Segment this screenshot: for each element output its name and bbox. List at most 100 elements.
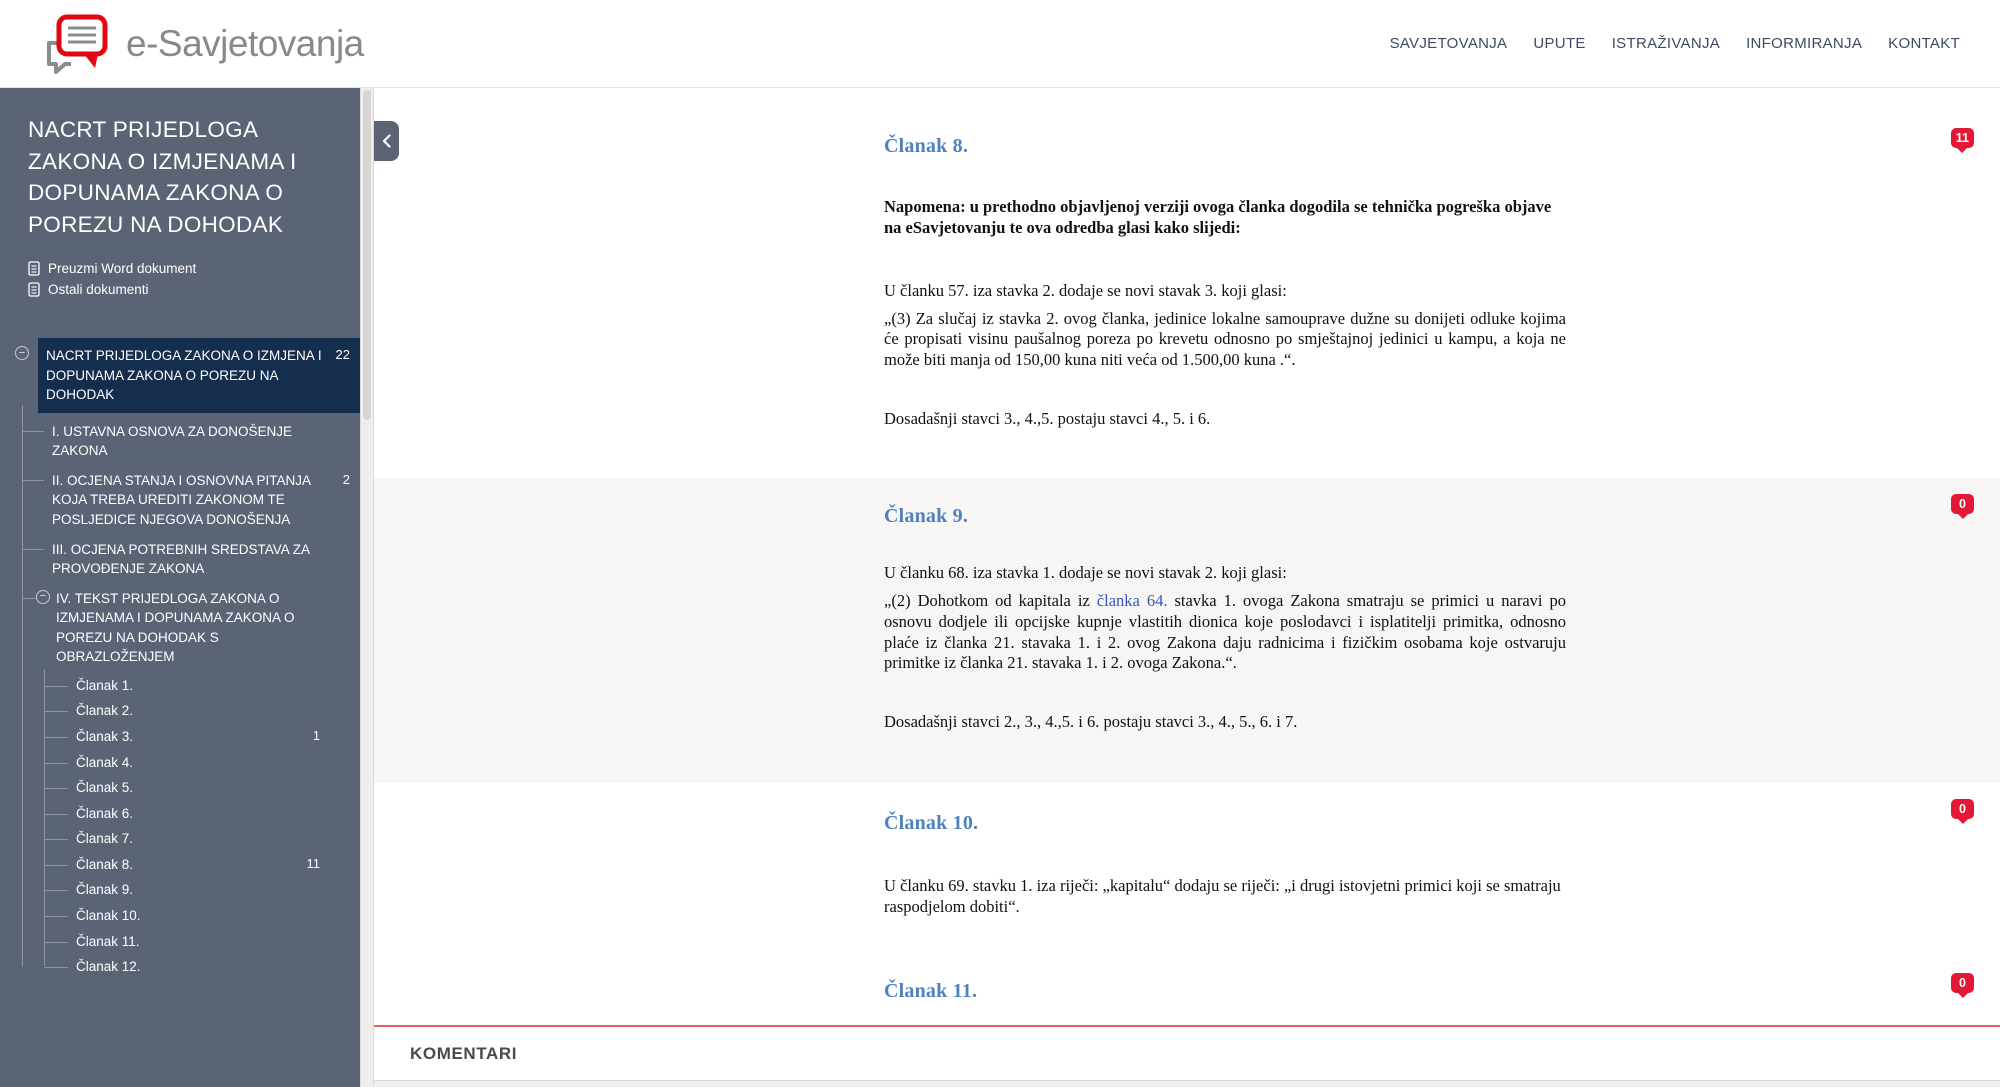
article-9-heading[interactable]: Članak 9. bbox=[884, 504, 1566, 529]
nav-upute[interactable]: UPUTE bbox=[1533, 35, 1585, 52]
tree-item-section-4[interactable]: − IV. TEKST PRIJEDLOGA ZAKONA O IZMJENAM… bbox=[0, 584, 360, 985]
nav-savjetovanja[interactable]: SAVJETOVANJA bbox=[1390, 35, 1508, 52]
tree-item-label: IV. TEKST PRIJEDLOGA ZAKONA O IZMJENAMA … bbox=[56, 590, 295, 665]
tree-item-label: Članak 5. bbox=[76, 780, 134, 796]
tree-item-section-1[interactable]: I. USTAVNA OSNOVA ZA DONOŠENJE ZAKONA bbox=[0, 417, 360, 466]
tree-item-clanak-9[interactable]: Članak 9. bbox=[0, 877, 330, 903]
bottom-strip bbox=[374, 1080, 2000, 1087]
document-icon bbox=[28, 261, 40, 276]
tree-connector bbox=[44, 864, 68, 866]
tree-connector bbox=[44, 890, 68, 892]
article-8-heading[interactable]: Članak 8. bbox=[884, 134, 1566, 159]
article-9-section: Članak 9. U članku 68. iza stavka 1. dod… bbox=[374, 478, 2000, 783]
chevron-left-icon bbox=[382, 134, 391, 148]
comment-count-badge[interactable]: 0 bbox=[1951, 799, 1974, 819]
article-8-paragraph: „(3) Za slučaj iz stavka 2. ovog članka,… bbox=[884, 308, 1566, 370]
comment-count: 1 bbox=[312, 728, 320, 743]
tree-item-label: Članak 4. bbox=[76, 754, 134, 770]
tree-item-clanak-10[interactable]: Članak 10. bbox=[0, 903, 330, 929]
tree-item-section-3[interactable]: III. OCJENA POTREBNIH SREDSTAVA ZA PROVO… bbox=[0, 535, 360, 584]
article-64-link[interactable]: članka 64. bbox=[1097, 591, 1168, 610]
tree-item-clanak-6[interactable]: Članak 6. bbox=[0, 801, 330, 827]
tree-connector bbox=[44, 941, 68, 943]
article-8-section: Članak 8. Napomena: u prethodno objavlje… bbox=[374, 88, 2000, 478]
article-9-paragraph: U članku 68. iza stavka 1. dodaje se nov… bbox=[884, 563, 1287, 583]
article-10-section: Članak 10. U članku 69. stavku 1. iza ri… bbox=[374, 783, 2000, 945]
nav-informiranja[interactable]: INFORMIRANJA bbox=[1746, 35, 1862, 52]
sidebar-collapse-button[interactable] bbox=[374, 121, 399, 161]
tree-item-root-selected[interactable]: NACRT PRIJEDLOGA ZAKONA O IZMJENA I DOPU… bbox=[38, 338, 360, 413]
other-documents-link[interactable]: Ostali dokumenti bbox=[0, 279, 360, 300]
tree-level-1: I. USTAVNA OSNOVA ZA DONOŠENJE ZAKONA II… bbox=[0, 404, 360, 985]
article-9-paragraph: Dosadašnji stavci 2., 3., 4.,5. i 6. pos… bbox=[884, 712, 1298, 732]
tree-connector bbox=[44, 967, 68, 969]
tree-connector bbox=[44, 711, 68, 713]
tree-item-label: Članak 8. bbox=[76, 856, 134, 872]
header: e-Savjetovanja SAVJETOVANJA UPUTE ISTRAŽ… bbox=[0, 0, 2000, 88]
tree-item-label: Članak 6. bbox=[76, 805, 134, 821]
collapse-node-icon[interactable]: − bbox=[15, 346, 29, 360]
consultation-title: NACRT PRIJEDLOGA ZAKONA O IZMJENAMA I DO… bbox=[28, 117, 297, 237]
comment-count: 22 bbox=[335, 347, 350, 362]
tree-item-label: I. USTAVNA OSNOVA ZA DONOŠENJE ZAKONA bbox=[52, 423, 293, 459]
logo[interactable]: e-Savjetovanja bbox=[0, 13, 364, 75]
tree-item-label: Članak 3. bbox=[76, 729, 134, 744]
tree-item-label: Članak 12. bbox=[76, 959, 141, 975]
sidebar-scrollbar[interactable] bbox=[360, 88, 374, 1087]
tree-item-label: Članak 2. bbox=[76, 703, 134, 719]
article-8-paragraph: U članku 57. iza stavka 2. dodaje se nov… bbox=[884, 280, 1287, 300]
document-icon bbox=[28, 282, 40, 297]
article-11-section: Članak 11. 0 bbox=[374, 945, 2000, 1025]
tree-level-2: Članak 1. Članak 2. Članak 3. 1 Članak 4.… bbox=[0, 668, 330, 980]
tree-item-section-2[interactable]: II. OCJENA STANJA I OSNOVNA PITANJA KOJA… bbox=[0, 466, 360, 535]
logo-text: e-Savjetovanja bbox=[126, 22, 364, 64]
tree-item-label: Članak 11. bbox=[76, 933, 140, 949]
tree-connector bbox=[44, 685, 68, 687]
tree-item-clanak-11[interactable]: Članak 11. bbox=[0, 929, 330, 955]
comment-count-badge[interactable]: 0 bbox=[1951, 973, 1974, 993]
tree-item-clanak-2[interactable]: Članak 2. bbox=[0, 698, 330, 724]
download-word-label: Preuzmi Word dokument bbox=[48, 261, 197, 276]
tree-connector bbox=[44, 788, 68, 790]
tree-item-clanak-4[interactable]: Članak 4. bbox=[0, 750, 330, 776]
other-documents-label: Ostali dokumenti bbox=[48, 282, 149, 297]
tree-connector bbox=[22, 548, 44, 550]
tree-item-clanak-7[interactable]: Članak 7. bbox=[0, 826, 330, 852]
comment-count: 11 bbox=[306, 855, 321, 871]
tree-item-label: III. OCJENA POTREBNIH SREDSTAVA ZA PROVO… bbox=[52, 541, 310, 577]
tree-root-row: − NACRT PRIJEDLOGA ZAKONA O IZMJENA I DO… bbox=[0, 338, 360, 413]
document-tree: − NACRT PRIJEDLOGA ZAKONA O IZMJENA I DO… bbox=[0, 338, 360, 985]
speech-bubbles-logo-icon bbox=[47, 14, 108, 74]
tree-item-clanak-1[interactable]: Članak 1. bbox=[0, 673, 330, 699]
collapse-node-icon[interactable]: − bbox=[36, 589, 50, 604]
paragraph-text: „(2) Dohotkom od kapitala iz bbox=[884, 590, 1097, 610]
sidebar-scrollbar-thumb[interactable] bbox=[363, 90, 371, 420]
comments-panel-header[interactable]: KOMENTARI bbox=[374, 1027, 2000, 1080]
top-navigation: SAVJETOVANJA UPUTE ISTRAŽIVANJA INFORMIR… bbox=[1390, 35, 2000, 52]
tree-item-clanak-8[interactable]: Članak 8. 11 bbox=[0, 852, 330, 878]
tree-item-label: II. OCJENA STANJA I OSNOVNA PITANJA KOJA… bbox=[52, 472, 311, 527]
nav-kontakt[interactable]: KONTAKT bbox=[1888, 35, 1960, 52]
comment-count-badge[interactable]: 0 bbox=[1951, 494, 1974, 514]
tree-connector bbox=[22, 430, 44, 432]
tree-item-clanak-3[interactable]: Članak 3. 1 bbox=[0, 724, 330, 750]
tree-item-label: Članak 10. bbox=[76, 907, 141, 923]
tree-connector bbox=[44, 839, 68, 841]
main-content: Članak 8. Napomena: u prethodno objavlje… bbox=[374, 88, 2000, 1087]
tree-connector bbox=[44, 813, 68, 815]
article-10-heading[interactable]: Članak 10. bbox=[884, 811, 1566, 836]
tree-item-clanak-12[interactable]: Članak 12. bbox=[0, 954, 330, 980]
article-9-paragraph: „(2) Dohotkom od kapitala iz članka 64. … bbox=[884, 591, 1566, 674]
article-11-heading[interactable]: Članak 11. bbox=[884, 979, 1566, 1004]
tree-connector bbox=[44, 915, 68, 917]
tree-item-label: Članak 7. bbox=[76, 831, 134, 847]
comments-label: KOMENTARI bbox=[410, 1043, 518, 1063]
download-word-link[interactable]: Preuzmi Word dokument bbox=[0, 258, 360, 279]
tree-item-label: Članak 9. bbox=[76, 882, 134, 898]
nav-istrazivanja[interactable]: ISTRAŽIVANJA bbox=[1612, 35, 1720, 52]
tree-item-label: Članak 1. bbox=[76, 677, 134, 693]
article-8-paragraph: Dosadašnji stavci 3., 4.,5. postaju stav… bbox=[884, 408, 1211, 428]
tree-item-clanak-5[interactable]: Članak 5. bbox=[0, 775, 330, 801]
article-10-paragraph: U članku 69. stavku 1. iza riječi: „kapi… bbox=[884, 876, 1561, 916]
comment-count-badge[interactable]: 11 bbox=[1950, 128, 1974, 148]
